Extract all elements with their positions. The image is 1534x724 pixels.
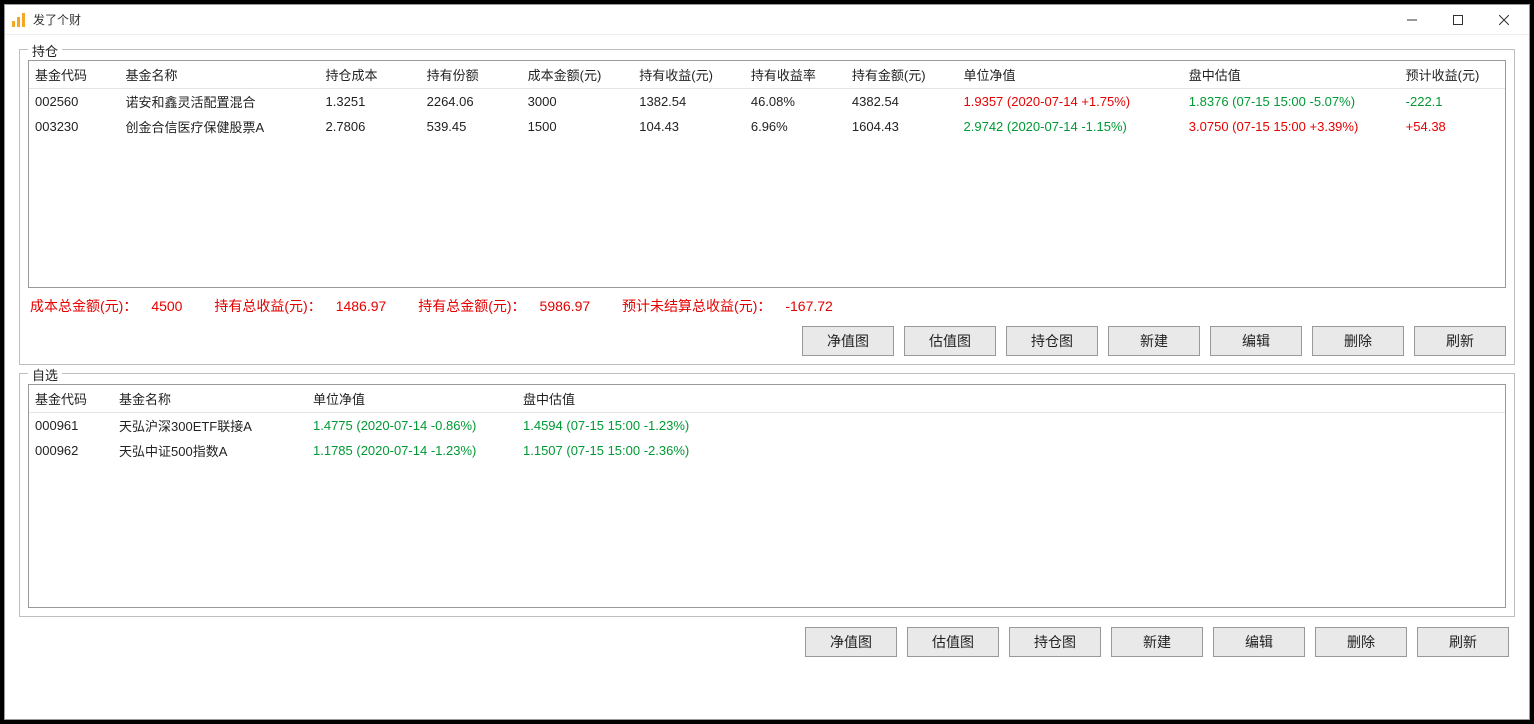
holdings-button-6[interactable]: 刷新 bbox=[1414, 326, 1506, 356]
watchlist-label: 自选 bbox=[28, 365, 62, 384]
app-icon bbox=[11, 12, 27, 28]
holdings-table[interactable]: 基金代码 基金名称 持仓成本 持有份额 成本金额(元) 持有收益(元) 持有收益… bbox=[28, 60, 1506, 288]
holdings-button-1[interactable]: 估值图 bbox=[904, 326, 996, 356]
cell-name: 创金合信医疗保健股票A bbox=[120, 114, 320, 139]
th-cost[interactable]: 持仓成本 bbox=[320, 61, 421, 89]
watchlist-button-row: 净值图估值图持仓图新建编辑删除刷新 bbox=[19, 617, 1515, 657]
holdings-button-5[interactable]: 删除 bbox=[1312, 326, 1404, 356]
cell-forecast: -222.1 bbox=[1400, 89, 1505, 115]
watchlist-button-1[interactable]: 估值图 bbox=[907, 627, 999, 657]
table-row[interactable]: 003230创金合信医疗保健股票A2.7806539.451500104.436… bbox=[29, 114, 1505, 139]
cell-forecast: +54.38 bbox=[1400, 114, 1505, 139]
cell-name: 诺安和鑫灵活配置混合 bbox=[120, 89, 320, 115]
minimize-button[interactable] bbox=[1389, 5, 1435, 35]
th-nav[interactable]: 单位净值 bbox=[958, 61, 1183, 89]
watchlist-header-row: 基金代码 基金名称 单位净值 盘中估值 bbox=[29, 385, 1505, 413]
holdings-summary: 成本总金额(元)：4500 持有总收益(元)：1486.97 持有总金额(元)：… bbox=[28, 288, 1506, 326]
cell-code: 000961 bbox=[29, 413, 113, 439]
th-wl-name[interactable]: 基金名称 bbox=[113, 385, 307, 413]
cell-rate: 46.08% bbox=[745, 89, 846, 115]
cell-nav: 2.9742 (2020-07-14 -1.15%) bbox=[958, 114, 1183, 139]
cell-gain: 104.43 bbox=[633, 114, 745, 139]
cell-est: 1.1507 (07-15 15:00 -2.36%) bbox=[517, 438, 727, 463]
th-wl-est[interactable]: 盘中估值 bbox=[517, 385, 727, 413]
cell-gain: 1382.54 bbox=[633, 89, 745, 115]
cell-cost-amt: 1500 bbox=[522, 114, 634, 139]
cell-nav: 1.1785 (2020-07-14 -1.23%) bbox=[307, 438, 517, 463]
watchlist-button-6[interactable]: 刷新 bbox=[1417, 627, 1509, 657]
cell-est: 1.8376 (07-15 15:00 -5.07%) bbox=[1183, 89, 1400, 115]
th-wl-nav[interactable]: 单位净值 bbox=[307, 385, 517, 413]
cell-cost-amt: 3000 bbox=[522, 89, 634, 115]
cell-est: 3.0750 (07-15 15:00 +3.39%) bbox=[1183, 114, 1400, 139]
cell-shares: 539.45 bbox=[421, 114, 522, 139]
cell-code: 003230 bbox=[29, 114, 120, 139]
holdings-button-row: 净值图估值图持仓图新建编辑删除刷新 bbox=[28, 326, 1506, 356]
cell-code: 000962 bbox=[29, 438, 113, 463]
th-name[interactable]: 基金名称 bbox=[120, 61, 320, 89]
th-gain[interactable]: 持有收益(元) bbox=[633, 61, 745, 89]
cell-hold-amt: 4382.54 bbox=[846, 89, 958, 115]
holdings-label: 持仓 bbox=[28, 41, 62, 60]
close-button[interactable] bbox=[1481, 5, 1527, 35]
watchlist-button-4[interactable]: 编辑 bbox=[1213, 627, 1305, 657]
cell-name: 天弘中证500指数A bbox=[113, 438, 307, 463]
cell-nav: 1.9357 (2020-07-14 +1.75%) bbox=[958, 89, 1183, 115]
watchlist-button-3[interactable]: 新建 bbox=[1111, 627, 1203, 657]
watchlist-button-0[interactable]: 净值图 bbox=[805, 627, 897, 657]
cell-cost: 1.3251 bbox=[320, 89, 421, 115]
th-code[interactable]: 基金代码 bbox=[29, 61, 120, 89]
th-forecast[interactable]: 预计收益(元) bbox=[1400, 61, 1505, 89]
holdings-header-row: 基金代码 基金名称 持仓成本 持有份额 成本金额(元) 持有收益(元) 持有收益… bbox=[29, 61, 1505, 89]
cell-rate: 6.96% bbox=[745, 114, 846, 139]
watchlist-button-5[interactable]: 删除 bbox=[1315, 627, 1407, 657]
titlebar[interactable]: 发了个财 bbox=[5, 5, 1529, 35]
maximize-button[interactable] bbox=[1435, 5, 1481, 35]
th-cost-amt[interactable]: 成本金额(元) bbox=[522, 61, 634, 89]
table-row[interactable]: 000961天弘沪深300ETF联接A1.4775 (2020-07-14 -0… bbox=[29, 413, 1505, 439]
table-row[interactable]: 002560诺安和鑫灵活配置混合1.32512264.0630001382.54… bbox=[29, 89, 1505, 115]
th-hold-amt[interactable]: 持有金额(元) bbox=[846, 61, 958, 89]
cell-shares: 2264.06 bbox=[421, 89, 522, 115]
window-title: 发了个财 bbox=[33, 11, 1389, 28]
watchlist-group: 自选 基金代码 基金名称 单位净值 盘中估值 000961天 bbox=[19, 373, 1515, 617]
cell-code: 002560 bbox=[29, 89, 120, 115]
cell-est: 1.4594 (07-15 15:00 -1.23%) bbox=[517, 413, 727, 439]
table-row[interactable]: 000962天弘中证500指数A1.1785 (2020-07-14 -1.23… bbox=[29, 438, 1505, 463]
th-shares[interactable]: 持有份额 bbox=[421, 61, 522, 89]
th-wl-code[interactable]: 基金代码 bbox=[29, 385, 113, 413]
th-rate[interactable]: 持有收益率 bbox=[745, 61, 846, 89]
cell-cost: 2.7806 bbox=[320, 114, 421, 139]
app-window: 发了个财 持仓 bbox=[4, 4, 1530, 720]
holdings-group: 持仓 基金代码 基金名称 持仓成本 持有份额 成本金 bbox=[19, 49, 1515, 365]
th-est[interactable]: 盘中估值 bbox=[1183, 61, 1400, 89]
holdings-button-2[interactable]: 持仓图 bbox=[1006, 326, 1098, 356]
watchlist-button-2[interactable]: 持仓图 bbox=[1009, 627, 1101, 657]
cell-nav: 1.4775 (2020-07-14 -0.86%) bbox=[307, 413, 517, 439]
cell-hold-amt: 1604.43 bbox=[846, 114, 958, 139]
cell-name: 天弘沪深300ETF联接A bbox=[113, 413, 307, 439]
holdings-button-0[interactable]: 净值图 bbox=[802, 326, 894, 356]
holdings-button-4[interactable]: 编辑 bbox=[1210, 326, 1302, 356]
holdings-button-3[interactable]: 新建 bbox=[1108, 326, 1200, 356]
watchlist-table[interactable]: 基金代码 基金名称 单位净值 盘中估值 000961天弘沪深300ETF联接A1… bbox=[28, 384, 1506, 608]
